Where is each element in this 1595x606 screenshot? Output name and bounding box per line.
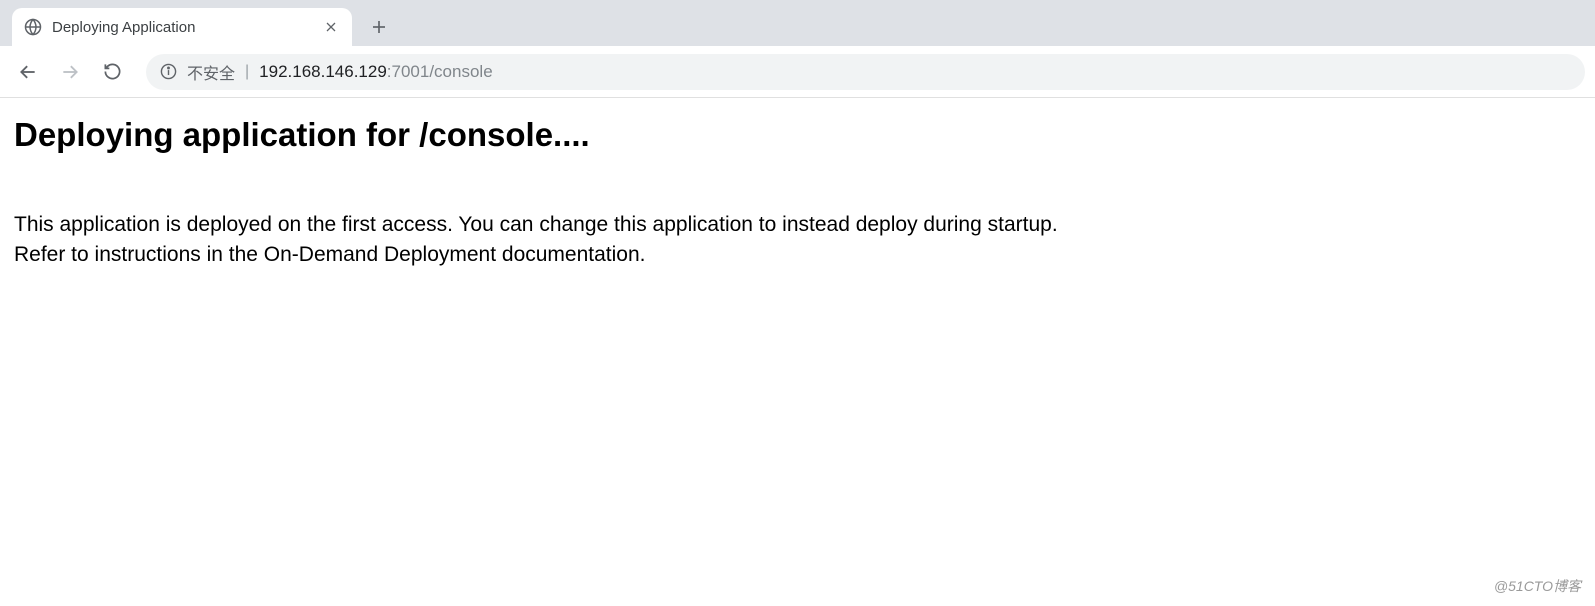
browser-toolbar: 不安全 | 192.168.146.129:7001/console: [0, 46, 1595, 98]
info-icon[interactable]: [160, 63, 177, 80]
url-port-path: :7001/console: [387, 62, 493, 81]
address-bar[interactable]: 不安全 | 192.168.146.129:7001/console: [146, 54, 1585, 90]
forward-button[interactable]: [52, 54, 88, 90]
tab-title: Deploying Application: [52, 19, 312, 36]
watermark: @51CTO博客: [1494, 576, 1581, 596]
close-icon[interactable]: [322, 18, 340, 36]
paragraph-line-2: Refer to instructions in the On-Demand D…: [14, 243, 646, 266]
tab-strip: Deploying Application: [0, 0, 1595, 46]
url-host: 192.168.146.129: [259, 62, 387, 81]
url-text: 192.168.146.129:7001/console: [259, 62, 493, 82]
globe-icon: [24, 18, 42, 36]
address-divider: |: [245, 63, 249, 81]
page-content: Deploying application for /console.... T…: [0, 98, 1595, 289]
new-tab-button[interactable]: [364, 12, 394, 42]
paragraph-line-1: This application is deployed on the firs…: [14, 213, 1058, 236]
page-heading: Deploying application for /console....: [14, 116, 1581, 154]
back-button[interactable]: [10, 54, 46, 90]
reload-button[interactable]: [94, 54, 130, 90]
security-label: 不安全: [187, 60, 235, 84]
browser-tab[interactable]: Deploying Application: [12, 8, 352, 46]
page-paragraph: This application is deployed on the firs…: [14, 210, 1581, 271]
